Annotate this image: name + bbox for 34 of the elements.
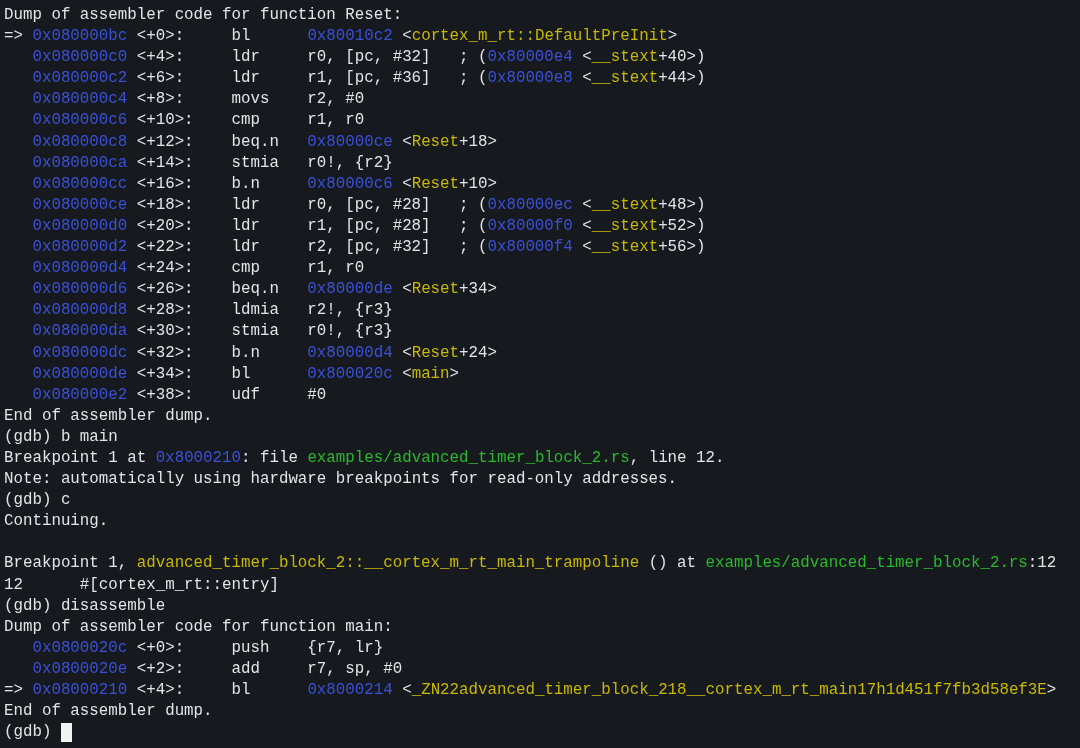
terminal-line: 0x080000c0 <+4>: ldr r0, [pc, #32] ; (0x80000e4 <__stext+40>): [32, 47, 706, 69]
terminal-line: 0x080000dc <+32>: b.n 0x80000d4 <Reset+24>: [32, 342, 497, 364]
terminal-line: End of assembler dump.: [4, 701, 213, 723]
terminal-line: 0x080000ca <+14>: stmia r0!, {r2}: [32, 152, 393, 174]
terminal-line: Continuing.: [4, 511, 109, 533]
terminal-line: (gdb) b main: [4, 426, 118, 448]
terminal-line: Breakpoint 1 at 0x8000210: file examples/advanced_timer_block_2.rs, line 12.: [4, 447, 725, 469]
terminal-line: 0x080000d4 <+24>: cmp r1, r0: [32, 258, 365, 280]
terminal-line: 0x080000e2 <+38>: udf #0: [32, 384, 327, 406]
terminal-line: 0x080000d6 <+26>: beq.n 0x80000de <Reset+34>: [32, 279, 497, 301]
terminal-line: 0x080000d8 <+28>: ldmia r2!, {r3}: [32, 300, 393, 322]
terminal-line: (gdb) disassemble: [4, 595, 166, 617]
terminal-line: 0x080000ce <+18>: ldr r0, [pc, #28] ; (0x80000ec <__stext+48>): [32, 194, 706, 216]
terminal-line: 0x080000cc <+16>: b.n 0x80000c6 <Reset+10>: [32, 173, 497, 195]
terminal-line: Note: automatically using hardware breakpoints for read-only addresses.: [4, 469, 678, 491]
terminal-line: 12 #[cortex_m_rt::entry]: [4, 574, 279, 596]
terminal-line: 0x080000d0 <+20>: ldr r1, [pc, #28] ; (0x80000f0 <__stext+52>): [32, 215, 706, 237]
terminal-line: (gdb) c: [4, 490, 71, 512]
terminal-line: 0x0800020c <+0>: push {r7, lr}: [32, 637, 384, 659]
terminal-line: 0x080000da <+30>: stmia r0!, {r3}: [32, 321, 393, 343]
command-prompt: (gdb): [4, 722, 53, 744]
terminal-line: Dump of assembler code for function main:: [4, 616, 393, 638]
terminal-line: 0x080000d2 <+22>: ldr r2, [pc, #32] ; (0x80000f4 <__stext+56>): [32, 237, 706, 259]
terminal-line: => 0x080000bc <+0>: bl 0x80010c2 <cortex_m_rt::DefaultPreInit>: [4, 26, 678, 48]
terminal-line: End of assembler dump.: [4, 405, 213, 427]
terminal-line: Breakpoint 1, advanced_timer_block_2::__cortex_m_rt_main_trampoline () at examples/advanced_timer_block_2.rs:12: [4, 553, 1057, 575]
terminal-line: => 0x08000210 <+4>: bl 0x8000214 <_ZN22advanced_timer_block_218__cortex_m_rt_main17h1d451f7fb3d58ef3E>: [4, 680, 1057, 701]
terminal-line: 0x080000c8 <+12>: beq.n 0x80000ce <Reset+18>: [32, 131, 497, 153]
terminal-line: 0x080000de <+34>: bl 0x800020c <main>: [32, 363, 460, 385]
terminal-line: 0x080000c2 <+6>: ldr r1, [pc, #36] ; (0x80000e8 <__stext+44>): [32, 68, 706, 90]
terminal-line: 0x080000c6 <+10>: cmp r1, r0: [32, 110, 365, 132]
terminal-line: Dump of assembler code for function Reset:: [4, 5, 403, 26]
terminal-line: 0x080000c4 <+8>: movs r2, #0: [32, 89, 365, 111]
terminal-line: 0x0800020e <+2>: add r7, sp, #0: [32, 658, 403, 680]
